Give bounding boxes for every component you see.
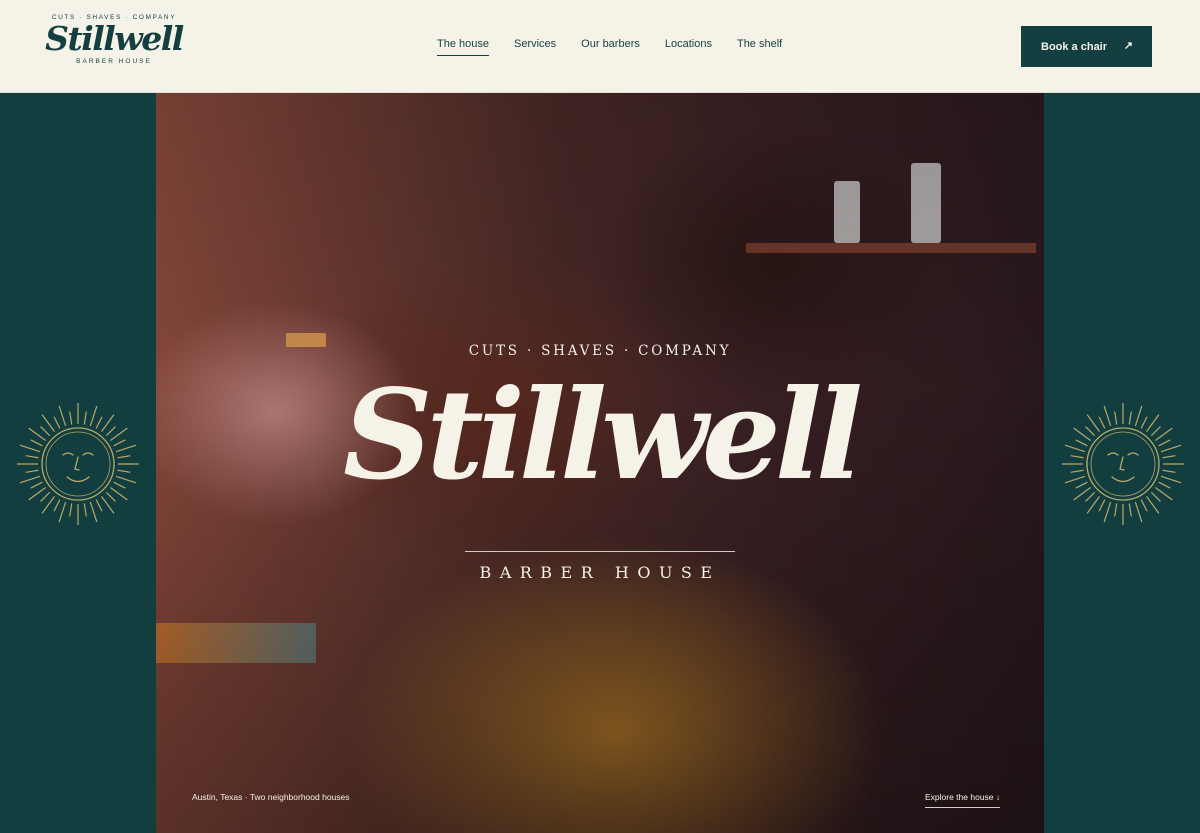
arrow-up-right-icon: ↗ — [1123, 40, 1133, 52]
hero-divider — [465, 551, 735, 552]
hero-location: Austin, Texas · Two neighborhood houses — [192, 792, 350, 802]
book-chair-button[interactable]: Book a chair ↗ — [1021, 26, 1152, 67]
right-side-panel — [1044, 93, 1200, 833]
nav-item-the-shelf[interactable]: The shelf — [737, 38, 782, 56]
book-chair-label: Book a chair — [1041, 40, 1108, 53]
logo-subtitle: BARBER HOUSE — [76, 58, 152, 65]
main-nav: The house Services Our barbers Locations… — [437, 38, 782, 56]
logo-wordmark: Stillwell — [45, 19, 184, 58]
nav-item-services[interactable]: Services — [514, 38, 556, 56]
site-header: CUTS · SHAVES · COMPANY Stillwell BARBER… — [0, 0, 1200, 93]
left-side-panel — [0, 93, 156, 833]
explore-house-link[interactable]: Explore the house ↓ — [925, 792, 1001, 808]
sun-face-icon — [1062, 403, 1184, 525]
hero-tagline: CUTS · SHAVES · COMPANY — [468, 343, 732, 359]
nav-item-the-house[interactable]: The house — [437, 38, 489, 56]
sun-face-icon — [17, 403, 139, 525]
brand-logo[interactable]: CUTS · SHAVES · COMPANY Stillwell BARBER… — [44, 14, 184, 65]
nav-item-our-barbers[interactable]: Our barbers — [581, 38, 640, 56]
hero-subtitle: BARBER HOUSE — [479, 563, 721, 582]
hero-title: Stillwell — [343, 363, 863, 508]
hero-section: CUTS · SHAVES · COMPANY Stillwell BARBER… — [156, 93, 1044, 833]
nav-item-locations[interactable]: Locations — [665, 38, 712, 56]
